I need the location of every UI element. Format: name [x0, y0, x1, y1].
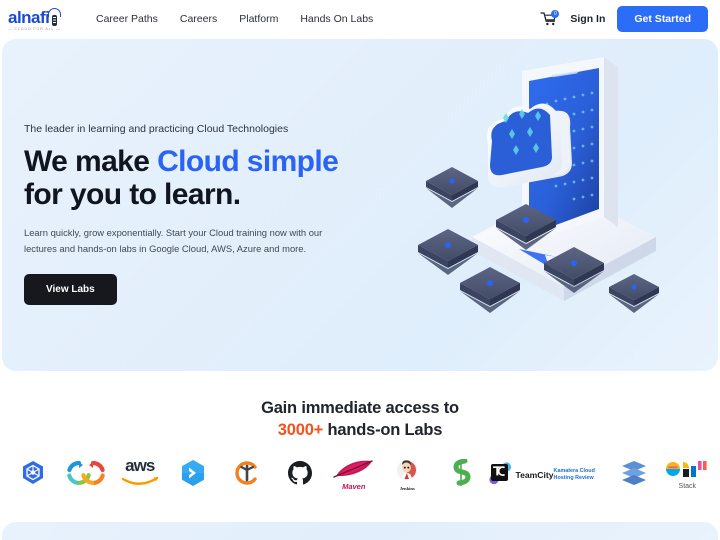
nav-link-career-paths[interactable]: Career Paths [96, 13, 158, 25]
sonarqube-icon [448, 458, 474, 492]
kamatera-wordmark: Kamatera Cloud Hosting Review [553, 467, 595, 481]
labs-count-suffix: hands-on Labs [323, 421, 443, 439]
teamcity-wordmark: TeamCity [515, 470, 554, 480]
logo-chef[interactable] [220, 458, 274, 492]
aws-wordmark: aws [125, 456, 155, 475]
brand-name: alnafi [8, 8, 50, 27]
sign-in-link[interactable]: Sign In [570, 13, 605, 25]
access-heading-line2: 3000+ hands-on Labs [0, 421, 720, 440]
logo-aws[interactable]: aws [113, 456, 167, 492]
aws-smile-icon [121, 473, 159, 491]
hero-eyebrow: The leader in learning and practicing Cl… [24, 123, 289, 135]
chef-icon [234, 460, 260, 491]
logo-azure-devops[interactable] [167, 458, 221, 492]
teamcity-icon [488, 461, 512, 490]
hero-headline: We make Cloud simple for you to learn. [24, 145, 374, 211]
logo-kamatera[interactable]: Kamatera Cloud Hosting Review [554, 458, 608, 492]
brand-logo[interactable]: alnafi — CLOUD FOR ALL — [8, 6, 78, 31]
hero-headline-highlight: Cloud simple [157, 145, 339, 178]
logo-jenkins[interactable]: Jenkins [381, 458, 435, 492]
github-icon [287, 460, 313, 491]
layers-stack-icon [621, 460, 647, 491]
hero-text-block: The leader in learning and practicing Cl… [24, 123, 374, 306]
nav-link-careers[interactable]: Careers [180, 13, 217, 25]
top-navbar: alnafi — CLOUD FOR ALL — Career Paths Ca… [0, 0, 720, 37]
headphone-cloud-icon [47, 8, 63, 26]
devops-infinity-icon [66, 460, 106, 491]
logo-sonarqube[interactable] [434, 458, 488, 492]
labs-count: 3000+ [277, 421, 324, 439]
kubernetes-icon [20, 460, 46, 491]
logo-elastic-stack[interactable]: Stack [661, 458, 715, 492]
logo-github[interactable] [274, 458, 328, 492]
cloud-icon [486, 103, 572, 188]
logo-layers[interactable] [607, 458, 661, 492]
get-started-button[interactable]: Get Started [617, 5, 708, 32]
cart-count-badge: 0 [551, 9, 560, 18]
navbar-right: 0 Sign In Get Started [540, 5, 708, 32]
logo-kubernetes[interactable] [6, 458, 60, 492]
landing-page: alnafi — CLOUD FOR ALL — Career Paths Ca… [0, 0, 720, 540]
elastic-stack-wordmark: Stack [678, 482, 697, 490]
access-section: Gain immediate access to 3000+ hands-on … [0, 399, 720, 440]
logo-devops-infinity[interactable] [60, 458, 114, 492]
nav-link-platform[interactable]: Platform [239, 13, 278, 25]
hero-headline-part1: We make [24, 145, 158, 178]
logo-maven[interactable]: Maven [327, 458, 381, 492]
shopping-cart-icon[interactable]: 0 [540, 9, 560, 27]
hero-subtext: Learn quickly, grow exponentially. Start… [24, 227, 323, 254]
next-section-band [2, 522, 718, 540]
partner-logo-strip: aws Maven Jenkins TeamCity Kamatera Clou… [0, 440, 720, 492]
access-heading-line1: Gain immediate access to [261, 399, 459, 417]
maven-feather-icon [332, 459, 376, 483]
view-labs-button[interactable]: View Labs [24, 274, 117, 306]
brand-tagline: — CLOUD FOR ALL — [8, 27, 61, 31]
maven-wordmark: Maven [342, 481, 366, 491]
hero-illustration [404, 49, 714, 369]
jenkins-wordmark: Jenkins [399, 486, 415, 491]
hero-section: The leader in learning and practicing Cl… [2, 39, 718, 371]
nav-link-hands-on-labs[interactable]: Hands On Labs [300, 13, 373, 25]
azure-devops-icon [180, 459, 206, 492]
nav-links: Career Paths Careers Platform Hands On L… [96, 13, 373, 25]
elastic-stack-icon [666, 460, 708, 482]
hero-headline-part2: for you to learn. [24, 178, 241, 211]
logo-teamcity[interactable]: TeamCity [488, 458, 554, 492]
jenkins-butler-icon [396, 459, 418, 486]
